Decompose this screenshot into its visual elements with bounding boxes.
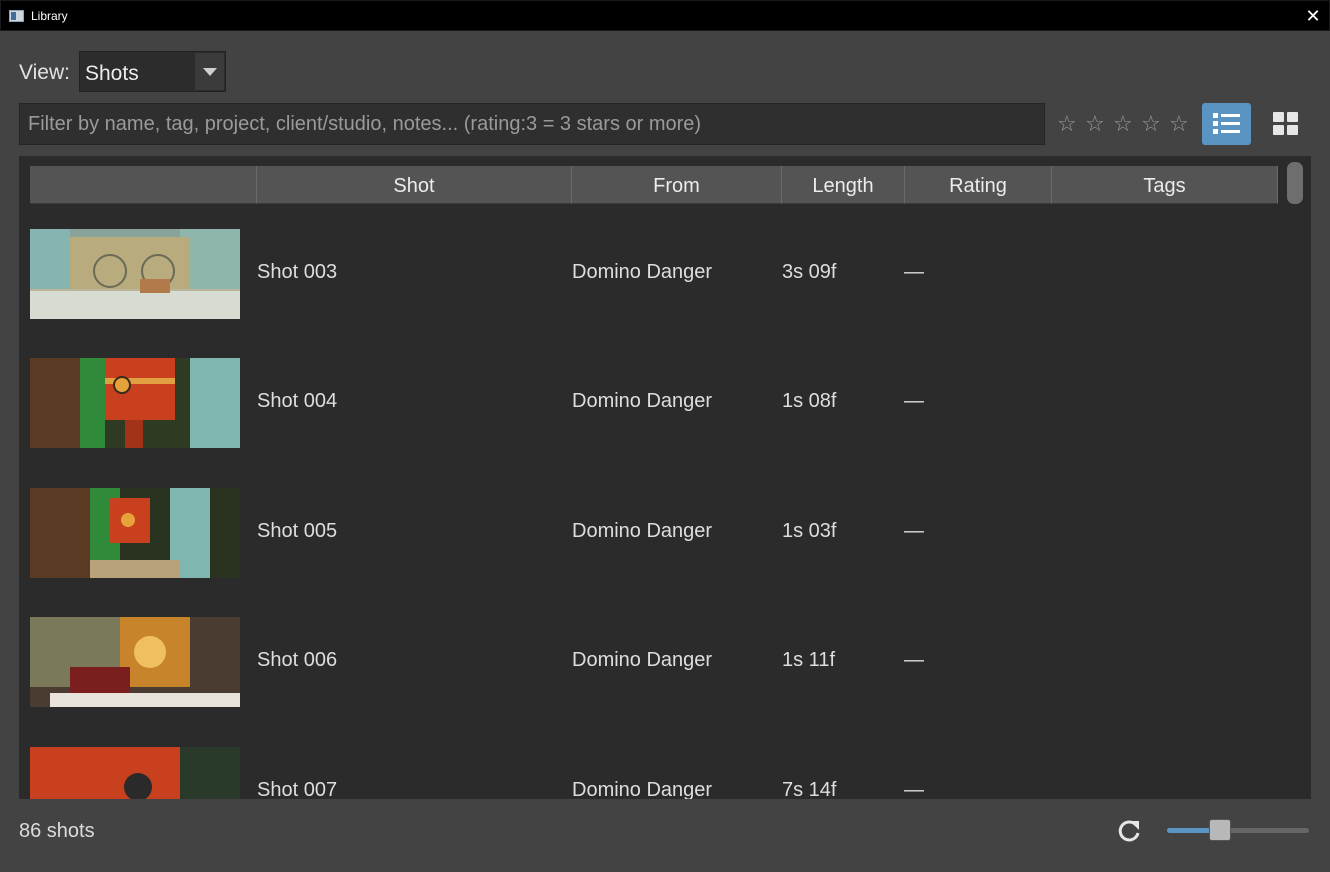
title-bar: Library ✕ [0,0,1330,31]
shot-thumbnail [30,358,240,448]
column-header-tags[interactable]: Tags [1052,166,1278,204]
table-row[interactable]: Shot 003 Domino Danger 3s 09f — [30,229,1278,319]
list-view-icon [1213,113,1240,134]
view-dropdown-value: Shots [85,62,139,85]
shots-table: Shot From Length Rating Tags Shot 003 Do… [19,156,1311,799]
shot-thumbnail [30,229,240,319]
thumbnail-size-slider[interactable] [1167,818,1309,844]
scrollbar-thumb[interactable] [1287,162,1303,204]
shot-name: Shot 005 [257,520,338,542]
column-header-length[interactable]: Length [782,166,905,204]
rating-star-3-icon[interactable]: ☆ [1113,113,1141,135]
shot-name: Shot 006 [257,649,338,671]
close-button[interactable]: ✕ [1303,6,1323,26]
shot-from: Domino Danger [572,261,713,283]
column-header-rating[interactable]: Rating [905,166,1052,204]
shot-name: Shot 003 [257,261,338,283]
shot-thumbnail [30,747,240,799]
shot-thumbnail [30,488,240,578]
shot-rating: — [904,520,924,542]
shot-rating: — [904,261,924,283]
slider-handle[interactable] [1209,819,1231,841]
shot-from: Domino Danger [572,390,713,412]
rating-star-5-icon[interactable]: ☆ [1169,113,1197,135]
shot-length: 1s 03f [782,520,837,542]
list-view-button[interactable] [1202,103,1251,145]
shot-from: Domino Danger [572,649,713,671]
shot-thumbnail [30,617,240,707]
shot-length: 7s 14f [782,779,837,799]
table-row[interactable]: Shot 007 Domino Danger 7s 14f — [30,747,1278,799]
table-row[interactable]: Shot 004 Domino Danger 1s 08f — [30,358,1278,448]
shot-length: 3s 09f [782,261,837,283]
shot-rating: — [904,779,924,799]
table-row[interactable]: Shot 006 Domino Danger 1s 11f — [30,617,1278,707]
column-header-thumbnail[interactable] [30,166,257,204]
view-label: View: [19,61,70,84]
rating-star-4-icon[interactable]: ☆ [1141,113,1169,135]
window-title: Library [31,9,68,23]
shot-from: Domino Danger [572,520,713,542]
shot-from: Domino Danger [572,779,713,799]
filter-input[interactable] [19,103,1045,145]
grid-view-icon [1273,112,1298,135]
rating-star-1-icon[interactable]: ☆ [1057,113,1085,135]
column-header-from[interactable]: From [572,166,782,204]
vertical-scrollbar[interactable] [1285,160,1305,794]
table-header: Shot From Length Rating Tags [30,166,1278,204]
shot-count: 86 shots [19,820,95,842]
table-row[interactable]: Shot 005 Domino Danger 1s 03f — [30,488,1278,578]
shot-rating: — [904,649,924,671]
grid-view-button[interactable] [1263,103,1312,145]
chevron-down-icon[interactable] [194,53,224,90]
rating-star-2-icon[interactable]: ☆ [1085,113,1113,135]
column-header-shot[interactable]: Shot [257,166,572,204]
shot-name: Shot 004 [257,390,338,412]
refresh-icon [1118,820,1140,842]
shot-rating: — [904,390,924,412]
view-dropdown[interactable]: Shots [79,51,226,92]
rating-filter: ☆ ☆ ☆ ☆ ☆ [1057,113,1197,135]
refresh-button[interactable] [1114,816,1144,846]
shot-length: 1s 11f [782,649,835,671]
shot-name: Shot 007 [257,779,338,799]
library-app-icon [9,10,24,22]
shot-length: 1s 08f [782,390,837,412]
